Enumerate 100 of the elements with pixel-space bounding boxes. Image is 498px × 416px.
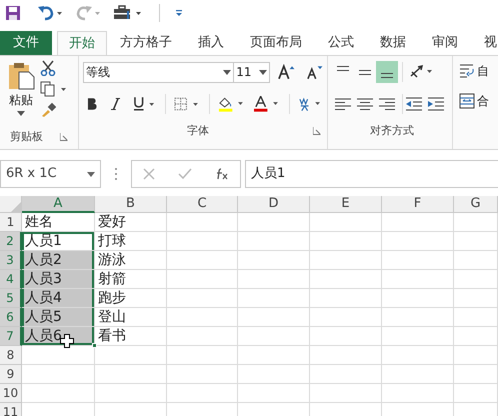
table-cell[interactable] [310, 270, 382, 289]
column-header[interactable]: B [95, 196, 167, 213]
table-cell[interactable] [167, 346, 238, 365]
redo-icon[interactable] [75, 5, 101, 21]
table-cell[interactable] [238, 251, 310, 270]
table-cell[interactable] [238, 232, 310, 251]
table-cell[interactable] [167, 213, 238, 232]
row-header[interactable]: 1 [0, 213, 22, 232]
table-cell[interactable] [454, 251, 498, 270]
column-header[interactable]: C [167, 196, 238, 213]
table-cell[interactable]: 看书 [95, 327, 167, 346]
row-header[interactable]: 7 [0, 327, 22, 346]
paste-label[interactable]: 粘贴 [9, 93, 33, 107]
save-icon[interactable] [5, 5, 21, 21]
caret-icon[interactable] [223, 70, 232, 74]
table-cell[interactable] [382, 270, 454, 289]
row-header[interactable]: 11 [0, 403, 22, 416]
table-cell[interactable] [167, 232, 238, 251]
ribbon-tab[interactable]: 方方格子 [107, 31, 185, 55]
table-cell[interactable] [310, 289, 382, 308]
table-cell[interactable] [382, 232, 454, 251]
row-header[interactable]: 3 [0, 251, 22, 270]
row-header[interactable]: 6 [0, 308, 22, 327]
column-header[interactable]: G [454, 196, 498, 213]
table-cell[interactable] [238, 384, 310, 403]
table-cell[interactable]: 登山 [95, 308, 167, 327]
copy-icon[interactable] [40, 81, 68, 97]
cancel-icon[interactable] [143, 168, 156, 180]
table-cell[interactable] [310, 251, 382, 270]
table-cell[interactable] [310, 213, 382, 232]
caret-icon[interactable] [17, 111, 25, 116]
table-cell[interactable]: 人员4 [22, 289, 95, 308]
table-cell[interactable] [310, 327, 382, 346]
table-cell[interactable] [238, 270, 310, 289]
column-header[interactable]: A [22, 196, 95, 213]
table-cell[interactable] [454, 232, 498, 251]
table-cell[interactable] [382, 346, 454, 365]
table-cell[interactable] [167, 365, 238, 384]
shrink-font-icon[interactable] [306, 64, 323, 80]
row-header[interactable]: 5 [0, 289, 22, 308]
table-cell[interactable] [382, 213, 454, 232]
table-cell[interactable] [167, 384, 238, 403]
file-tab[interactable]: 文件 [0, 31, 52, 55]
table-cell[interactable] [382, 327, 454, 346]
customize-caret-icon[interactable] [174, 8, 184, 18]
table-cell[interactable] [382, 251, 454, 270]
ribbon-tab[interactable]: 审阅 [419, 31, 471, 55]
table-cell[interactable] [310, 308, 382, 327]
table-cell[interactable] [310, 346, 382, 365]
row-header[interactable]: 8 [0, 346, 22, 365]
table-cell[interactable] [167, 289, 238, 308]
table-cell[interactable] [95, 346, 167, 365]
formula-field[interactable]: 人员1 [245, 160, 498, 188]
phonetic-icon[interactable] [298, 96, 323, 112]
text-orientation-icon[interactable] [409, 64, 435, 80]
column-header[interactable]: F [382, 196, 454, 213]
table-cell[interactable]: 打球 [95, 232, 167, 251]
ribbon-tab[interactable]: 视 [471, 31, 498, 55]
confirm-icon[interactable] [178, 168, 192, 180]
table-cell[interactable] [238, 213, 310, 232]
table-cell[interactable]: 跑步 [95, 289, 167, 308]
wrap-text-button[interactable]: 自 [459, 60, 489, 82]
align-left-icon[interactable] [332, 97, 354, 111]
table-cell[interactable] [382, 289, 454, 308]
ribbon-tab[interactable]: 插入 [185, 31, 237, 55]
ribbon-tab[interactable]: 页面布局 [237, 31, 315, 55]
toolbox-icon[interactable] [113, 5, 143, 21]
row-header[interactable]: 4 [0, 270, 22, 289]
table-cell[interactable] [454, 384, 498, 403]
table-cell[interactable] [238, 346, 310, 365]
font-name-field[interactable]: 等线 [83, 62, 234, 82]
table-cell[interactable] [310, 365, 382, 384]
grip-icon[interactable] [114, 167, 118, 181]
scissors-icon[interactable] [40, 60, 56, 76]
table-cell[interactable]: 人员3 [22, 270, 95, 289]
insert-function-icon[interactable] [214, 168, 229, 180]
table-cell[interactable]: 人员5 [22, 308, 95, 327]
fill-handle[interactable] [92, 343, 97, 348]
column-header[interactable]: D [238, 196, 310, 213]
table-cell[interactable] [238, 327, 310, 346]
row-header[interactable]: 2 [0, 232, 22, 251]
table-cell[interactable] [310, 384, 382, 403]
table-cell[interactable] [238, 289, 310, 308]
row-header[interactable]: 9 [0, 365, 22, 384]
align-center-icon[interactable] [354, 97, 376, 111]
table-cell[interactable]: 爱好 [95, 213, 167, 232]
vertical-align-button[interactable] [376, 61, 398, 83]
table-cell[interactable] [454, 270, 498, 289]
merge-button[interactable]: 合 [459, 90, 489, 112]
column-header[interactable]: E [310, 196, 382, 213]
table-cell[interactable]: 射箭 [95, 270, 167, 289]
table-cell[interactable]: 游泳 [95, 251, 167, 270]
table-cell[interactable] [382, 384, 454, 403]
table-cell[interactable] [167, 308, 238, 327]
table-cell[interactable] [382, 308, 454, 327]
table-cell[interactable] [238, 308, 310, 327]
table-cell[interactable] [167, 327, 238, 346]
caret-icon[interactable] [259, 70, 268, 74]
table-cell[interactable] [95, 384, 167, 403]
table-cell[interactable] [454, 308, 498, 327]
